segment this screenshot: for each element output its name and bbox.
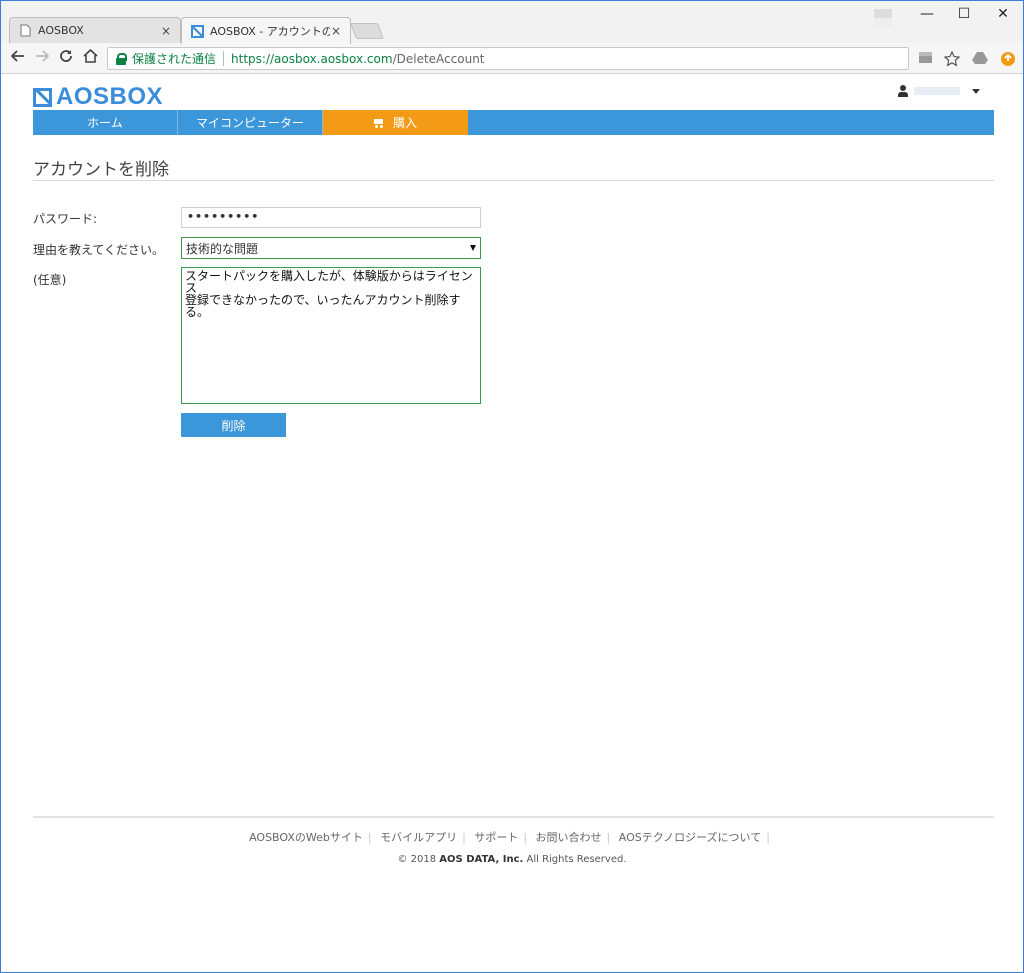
dropdown-arrow-icon xyxy=(470,245,476,251)
home-button[interactable] xyxy=(81,48,99,67)
nav-label: マイコンピューター xyxy=(195,116,304,130)
title-divider xyxy=(33,180,994,181)
footer-separator: | xyxy=(367,831,372,844)
maximize-button[interactable]: ☐ xyxy=(949,6,979,22)
update-icon[interactable] xyxy=(1000,51,1016,67)
address-bar[interactable]: 保護された通信 https://aosbox.aosbox.com /Delet… xyxy=(107,47,909,70)
drive-icon[interactable] xyxy=(972,51,988,67)
comment-textarea[interactable]: スタートパックを購入したが、体験版からはライセンス 登録できなかったので、いった… xyxy=(181,267,481,404)
extension-icon[interactable] xyxy=(917,51,933,67)
password-label: パスワード: xyxy=(33,212,98,226)
bookmark-star-icon[interactable] xyxy=(943,50,961,67)
aosbox-logo[interactable]: AOSBOX xyxy=(33,83,163,111)
password-input[interactable]: ••••••••• xyxy=(181,207,481,228)
footer-links: AOSBOXのWebサイト | モバイルアプリ | サポート | お問い合わせ | AO… xyxy=(1,829,1023,845)
comment-label: (任意) xyxy=(33,273,67,287)
reload-button[interactable] xyxy=(57,49,75,67)
footer-separator: | xyxy=(606,831,611,844)
aosbox-favicon-icon xyxy=(190,24,204,38)
page-icon xyxy=(18,24,32,38)
cart-icon xyxy=(373,118,385,128)
footer-link-about[interactable]: AOSテクノロジーズについて xyxy=(619,831,761,844)
back-button[interactable] xyxy=(9,49,27,67)
copyright-company: AOS DATA, Inc. xyxy=(439,854,524,865)
address-divider xyxy=(223,51,225,66)
nav-label: ホーム xyxy=(87,116,123,130)
user-menu[interactable] xyxy=(898,85,980,97)
footer-separator: | xyxy=(462,831,466,844)
close-tab-icon[interactable]: × xyxy=(330,24,342,38)
logo-mark-icon xyxy=(33,87,52,107)
reason-select[interactable]: 技術的な問題 xyxy=(181,237,481,259)
browser-window: AOSBOX × AOSBOX - アカウントの削除 × — ☐ ✕ xyxy=(0,0,1024,973)
page-title: アカウントを削除 xyxy=(33,160,169,180)
footer-link-website[interactable]: AOSBOXのWebサイト xyxy=(249,831,363,844)
forward-button[interactable] xyxy=(33,49,51,67)
footer-divider xyxy=(33,816,994,818)
profile-icon[interactable] xyxy=(874,9,892,27)
caret-down-icon xyxy=(972,88,980,94)
copyright: © 2018 AOS DATA, Inc. All Rights Reserve… xyxy=(1,854,1023,865)
nav-purchase[interactable]: 購入 xyxy=(323,110,468,135)
footer-separator: | xyxy=(766,831,770,844)
minimize-button[interactable]: — xyxy=(912,6,942,22)
copyright-suffix: All Rights Reserved. xyxy=(523,854,627,865)
footer-separator: | xyxy=(523,831,528,844)
delete-button[interactable]: 削除 xyxy=(181,413,286,437)
logo-text: AOSBOX xyxy=(56,83,164,110)
tab-aosbox[interactable]: AOSBOX × xyxy=(9,17,181,43)
nav-my-computer[interactable]: マイコンピューター xyxy=(178,110,323,135)
tab-label: AOSBOX - アカウントの削除 xyxy=(210,25,330,38)
footer-link-contact[interactable]: お問い合わせ xyxy=(536,831,602,844)
footer-link-support[interactable]: サポート xyxy=(474,831,518,844)
user-icon xyxy=(898,85,908,97)
nav-home[interactable]: ホーム xyxy=(33,110,178,135)
close-tab-icon[interactable]: × xyxy=(160,24,172,38)
tab-delete-account[interactable]: AOSBOX - アカウントの削除 × xyxy=(181,17,351,44)
secure-label: 保護された通信 xyxy=(132,52,217,66)
browser-toolbar: 保護された通信 https://aosbox.aosbox.com /Delet… xyxy=(1,43,1023,74)
main-nav: ホーム マイコンピューター 購入 xyxy=(33,110,994,135)
tab-label: AOSBOX xyxy=(38,24,84,37)
page-content: AOSBOX ホーム マイコンピューター 購入 アカウントを削除 パスワード: … xyxy=(1,75,1023,972)
tab-strip: AOSBOX × AOSBOX - アカウントの削除 × — ☐ ✕ xyxy=(1,1,1023,44)
url-host: https://aosbox.aosbox.com xyxy=(231,51,393,66)
url-path: /DeleteAccount xyxy=(392,51,485,66)
user-name-redacted xyxy=(914,87,960,95)
copyright-prefix: © 2018 xyxy=(397,854,440,865)
new-tab-button[interactable] xyxy=(350,23,384,39)
nav-label: 購入 xyxy=(392,116,417,130)
close-window-button[interactable]: ✕ xyxy=(988,6,1018,22)
lock-icon xyxy=(116,52,127,65)
reason-selected-value: 技術的な問題 xyxy=(186,241,259,256)
footer-link-mobile-app[interactable]: モバイルアプリ xyxy=(380,831,457,844)
reason-label: 理由を教えてください。 xyxy=(33,243,165,257)
